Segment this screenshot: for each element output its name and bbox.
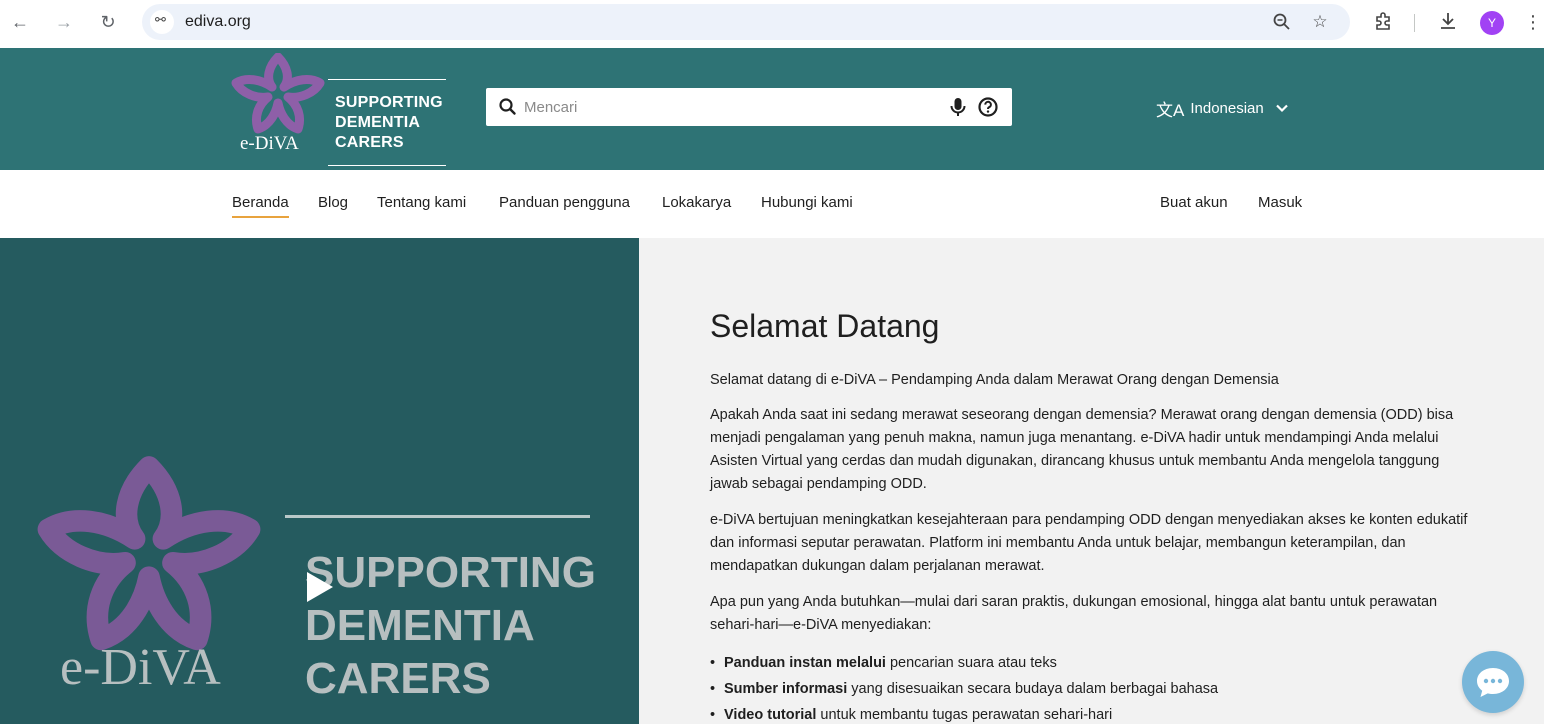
main-navigation: Beranda Blog Tentang kami Panduan penggu… <box>0 170 1544 238</box>
welcome-paragraph: e-DiVA bertujuan meningkatkan kesejahter… <box>710 512 1468 574</box>
chevron-down-icon <box>1275 104 1288 113</box>
list-item: Panduan instan melalui pencarian suara a… <box>710 650 1470 676</box>
ediva-logo[interactable]: SUPPORTING DEMENTIA CARERS e-DiVA <box>228 53 450 166</box>
translate-icon: 文A <box>1156 100 1185 120</box>
nav-item-lokakarya[interactable]: Lokakarya <box>662 194 731 211</box>
logo-rule-top <box>328 79 446 80</box>
welcome-paragraph: Apa pun yang Anda butuhkan—mulai dari sa… <box>710 594 1438 633</box>
bookmark-star-icon[interactable]: ☆ <box>1310 12 1330 32</box>
download-icon[interactable] <box>1436 10 1460 34</box>
profile-avatar[interactable]: Y <box>1480 11 1504 35</box>
reload-icon[interactable]: ↻ <box>96 10 120 34</box>
video-logo-rule <box>285 515 590 518</box>
toolbar-divider <box>1414 14 1415 32</box>
nav-item-blog[interactable]: Blog <box>318 194 348 211</box>
nav-item-tentang-kami[interactable]: Tentang kami <box>377 194 466 211</box>
address-bar[interactable]: ⚯ ediva.org ☆ <box>142 4 1350 40</box>
url-text[interactable]: ediva.org <box>185 13 251 31</box>
language-selector[interactable]: 文A Indonesian <box>1156 95 1290 121</box>
extensions-icon[interactable] <box>1372 10 1396 34</box>
list-item: Sumber informasi yang disesuaikan secara… <box>710 676 1470 702</box>
search-icon[interactable] <box>498 97 518 117</box>
chat-button[interactable] <box>1462 651 1524 713</box>
forward-arrow-icon[interactable]: → <box>52 10 76 34</box>
welcome-section: Selamat Datang Selamat datang di e-DiVA … <box>639 238 1544 728</box>
feature-list: Panduan instan melalui pencarian suara a… <box>710 650 1470 728</box>
play-icon[interactable] <box>305 571 335 603</box>
register-link[interactable]: Buat akun <box>1160 194 1228 211</box>
intro-video-player[interactable]: SUPPORTING DEMENTIA CARERS e-DiVA <box>0 238 639 724</box>
chat-icon <box>1477 668 1509 697</box>
welcome-paragraph: Apakah Anda saat ini sedang merawat sese… <box>710 407 1454 492</box>
back-arrow-icon[interactable]: ← <box>8 10 32 34</box>
search-box <box>486 88 1012 126</box>
logo-wordmark: e-DiVA <box>240 133 299 154</box>
nav-item-hubungi-kami[interactable]: Hubungi kami <box>761 194 853 211</box>
site-header: SUPPORTING DEMENTIA CARERS e-DiVA 文A Ind… <box>0 48 1544 170</box>
login-link[interactable]: Masuk <box>1258 194 1302 211</box>
language-label: Indonesian <box>1190 99 1264 117</box>
nav-item-panduan-pengguna[interactable]: Panduan pengguna <box>499 194 630 211</box>
browser-toolbar: ← → ↻ ⚯ ediva.org ☆ Y ⋮ <box>0 0 1544 48</box>
site-info-icon[interactable]: ⚯ <box>150 10 174 34</box>
search-input[interactable] <box>524 96 924 118</box>
list-item: Video tutorial untuk membantu tugas pera… <box>710 702 1470 728</box>
page-title: Selamat Datang <box>710 308 940 344</box>
video-tagline: SUPPORTING DEMENTIA CARERS <box>305 548 596 703</box>
logo-rule-bottom <box>328 165 446 166</box>
logo-tagline: SUPPORTING DEMENTIA CARERS <box>335 94 443 151</box>
flower-logo-icon <box>231 53 325 134</box>
more-menu-icon[interactable]: ⋮ <box>1524 10 1542 34</box>
help-icon[interactable] <box>977 96 999 118</box>
zoom-icon[interactable] <box>1272 12 1292 32</box>
video-wordmark: e-DiVA <box>60 639 221 696</box>
welcome-content: Selamat datang di e-DiVA – Pendamping An… <box>710 369 1470 728</box>
microphone-icon[interactable] <box>947 96 969 118</box>
nav-item-beranda[interactable]: Beranda <box>232 194 289 218</box>
welcome-intro: Selamat datang di e-DiVA – Pendamping An… <box>710 372 1279 388</box>
